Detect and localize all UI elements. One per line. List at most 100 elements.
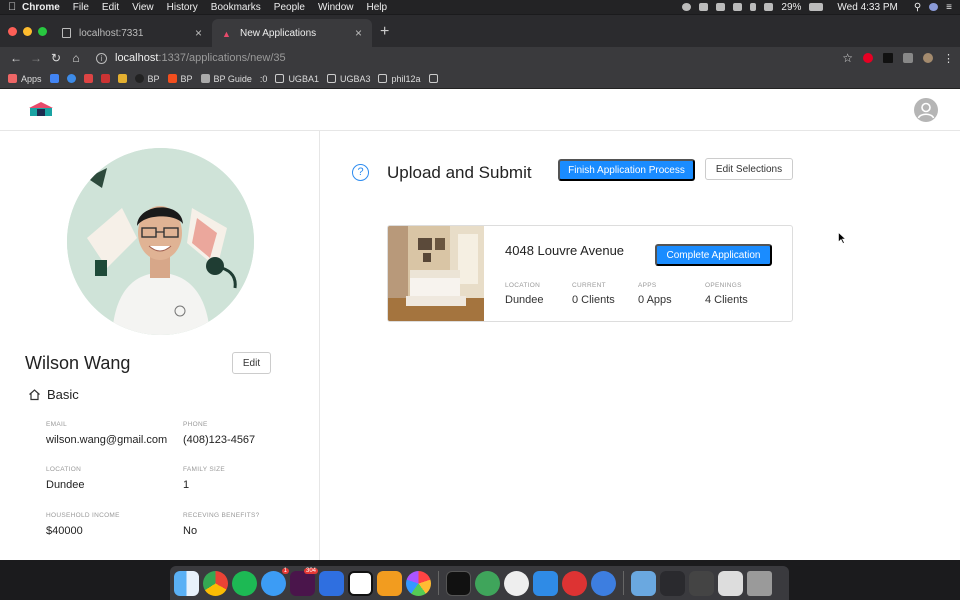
slack-icon[interactable]: 304 — [290, 567, 318, 596]
bookmark-berkeley[interactable] — [117, 74, 127, 83]
berkeley-icon — [117, 74, 127, 83]
forward-icon[interactable]: → — [26, 51, 46, 65]
finder-icon[interactable] — [174, 570, 199, 596]
apple-icon[interactable]:  — [8, 1, 22, 13]
bookmark-star-icon[interactable]: ☆ — [842, 51, 853, 65]
help-icon[interactable]: ? — [352, 164, 369, 181]
applications-panel: ? Upload and Submit Finish Application P… — [321, 131, 960, 560]
red-app-icon[interactable] — [562, 570, 587, 596]
address-bar[interactable]: i localhost:1337/applications/new/35 — [90, 49, 810, 67]
notification-center-icon[interactable]: ≡ — [946, 2, 952, 13]
trash-icon[interactable] — [747, 570, 772, 596]
household-income-field: HOUSEHOLD INCOME $40000 — [46, 512, 120, 537]
chrome-icon[interactable] — [203, 570, 228, 596]
bookmark-label: BP — [147, 73, 160, 84]
menu-clock[interactable]: Wed 4:33 PM — [837, 2, 897, 13]
folder-icon[interactable] — [631, 570, 656, 596]
menu-bookmarks[interactable]: Bookmarks — [211, 2, 261, 13]
bookmark-red[interactable] — [100, 74, 110, 83]
creative-cloud-icon[interactable] — [733, 3, 743, 11]
chrome-menu-icon[interactable]: ⋮ — [943, 52, 954, 65]
page-icon — [275, 74, 285, 83]
new-tab-icon[interactable]: + — [380, 23, 389, 41]
close-tab-icon[interactable]: × — [195, 26, 202, 40]
bookmark-phil12a[interactable]: phil12a — [378, 74, 421, 84]
menu-help[interactable]: Help — [367, 2, 388, 13]
docker-icon[interactable] — [716, 3, 726, 11]
complete-application-button[interactable]: Complete Application — [655, 244, 772, 266]
bookmark-apps[interactable]: Apps — [8, 74, 42, 84]
wifi-icon[interactable] — [764, 3, 774, 11]
menu-file[interactable]: File — [73, 2, 89, 13]
bookmark-gmail[interactable] — [83, 74, 93, 83]
screenshot-stack-icon[interactable] — [689, 570, 714, 596]
menu-window[interactable]: Window — [318, 2, 354, 13]
site-info-icon[interactable]: i — [96, 52, 107, 64]
menu-edit[interactable]: Edit — [102, 2, 119, 13]
messages-icon[interactable]: 1 — [261, 567, 289, 596]
bluetooth-icon[interactable] — [750, 3, 757, 11]
battery-icon[interactable] — [809, 3, 824, 11]
tab-new-applications[interactable]: ▲ New Applications × — [212, 19, 372, 47]
menu-history[interactable]: History — [167, 2, 198, 13]
menu-view[interactable]: View — [132, 2, 154, 13]
downloads-stack-icon[interactable] — [660, 570, 685, 596]
user-menu-icon[interactable] — [929, 3, 939, 11]
minimize-window-button[interactable] — [23, 27, 32, 36]
page-icon — [62, 28, 71, 38]
bookmark-calendar[interactable] — [49, 74, 59, 83]
flag-extension-icon[interactable] — [883, 53, 893, 63]
back-icon[interactable]: ← — [6, 51, 26, 65]
edit-profile-button[interactable]: Edit — [232, 352, 271, 374]
books-icon[interactable] — [377, 570, 402, 596]
close-tab-icon[interactable]: × — [355, 26, 362, 40]
home-icon[interactable]: ⌂ — [66, 51, 86, 65]
atom-icon[interactable] — [475, 570, 500, 596]
menu-people[interactable]: People — [274, 2, 305, 13]
bookmark-bp-guide[interactable]: BP Guide — [200, 73, 252, 84]
reload-icon[interactable]: ↻ — [46, 51, 66, 65]
field-label: PHONE — [183, 421, 208, 428]
page-title: Upload and Submit — [387, 163, 532, 182]
record-icon[interactable] — [682, 3, 692, 11]
account-avatar-icon[interactable] — [914, 98, 938, 122]
grey-extension-icon[interactable] — [903, 53, 913, 63]
profile-avatar-icon[interactable] — [923, 53, 933, 63]
house-logo-icon[interactable] — [27, 101, 55, 117]
safari-icon[interactable] — [591, 570, 616, 596]
keynote-icon[interactable] — [533, 570, 558, 596]
close-window-button[interactable] — [8, 27, 17, 36]
notion-icon[interactable] — [348, 570, 373, 596]
spotlight-icon[interactable]: ⚲ — [914, 2, 921, 13]
bookmark-bp[interactable]: BP — [134, 73, 160, 84]
spotify-icon[interactable] — [232, 570, 257, 596]
page-icon — [428, 74, 438, 83]
bookmark-ugba3[interactable]: UGBA3 — [326, 74, 370, 84]
stat-value: Dundee — [505, 294, 544, 306]
bookmark-blank[interactable] — [428, 74, 438, 83]
photos-icon[interactable] — [406, 570, 431, 596]
things-icon[interactable] — [319, 570, 344, 596]
bookmark-ugba1[interactable]: UGBA1 — [275, 74, 319, 84]
tab-localhost[interactable]: localhost:7331 × — [52, 19, 212, 47]
finish-application-button[interactable]: Finish Application Process — [558, 159, 695, 181]
cloud-icon[interactable] — [699, 3, 709, 11]
stat-label: APPS — [638, 282, 657, 289]
bookmark-smiley[interactable]: :0 — [260, 74, 268, 84]
bookmark-label: BP Guide — [213, 73, 252, 84]
bookmark-blue[interactable] — [66, 74, 76, 83]
mouse-cursor-icon — [838, 232, 846, 244]
tab-title: New Applications — [240, 27, 317, 39]
stat-label: LOCATION — [505, 282, 541, 289]
terminal-icon[interactable] — [446, 570, 471, 596]
benefits-field: RECEVING BENEFITS? No — [183, 512, 260, 537]
pinterest-extension-icon[interactable] — [863, 53, 873, 63]
cloud-app-icon[interactable] — [504, 570, 529, 596]
document-stack-icon[interactable] — [718, 570, 743, 596]
zoom-window-button[interactable] — [38, 27, 47, 36]
battery-percent[interactable]: 29% — [781, 2, 801, 13]
stat-current: CURRENT 0 Clients — [572, 282, 615, 306]
bookmark-bp-figma[interactable]: BP — [167, 74, 193, 84]
menu-app-name[interactable]: Chrome — [22, 2, 60, 13]
edit-selections-button[interactable]: Edit Selections — [705, 158, 793, 180]
